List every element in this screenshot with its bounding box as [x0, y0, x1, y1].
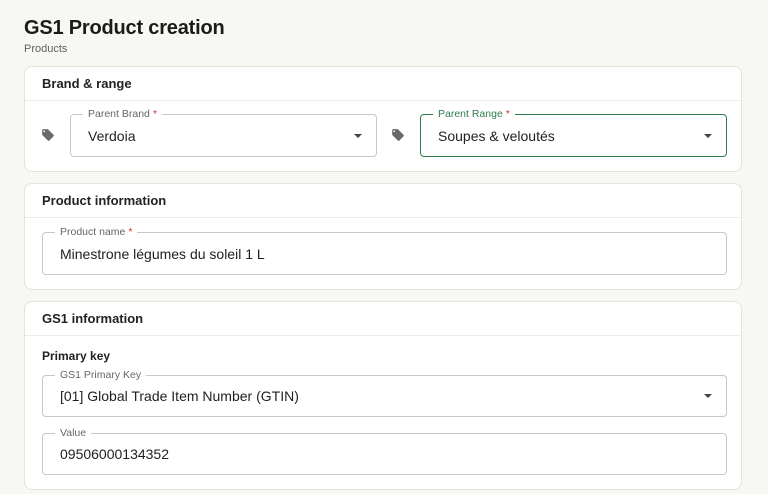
- tag-icon: [42, 129, 54, 141]
- product-name-value: Minestrone légumes du soleil 1 L: [60, 245, 265, 262]
- parent-brand-value: Verdoia: [88, 127, 136, 144]
- gs1-primary-key-select[interactable]: GS1 Primary Key [01] Global Trade Item N…: [42, 368, 727, 417]
- required-mark: *: [152, 108, 157, 120]
- gs1-value-input[interactable]: Value 09506000134352: [42, 426, 727, 475]
- parent-range-value: Soupes & veloutés: [438, 127, 555, 144]
- parent-brand-select[interactable]: Parent Brand * Verdoia: [70, 107, 377, 157]
- caret-down-icon[interactable]: [354, 133, 362, 138]
- gs1-info-card: GS1 information Primary key GS1 Primary …: [24, 301, 742, 490]
- caret-down-icon[interactable]: [704, 133, 712, 138]
- tag-icon: [392, 129, 404, 141]
- product-name-input[interactable]: Product name * Minestrone légumes du sole…: [42, 225, 727, 275]
- caret-down-icon[interactable]: [704, 394, 712, 398]
- gs1-primary-key-value: [01] Global Trade Item Number (GTIN): [60, 388, 299, 404]
- product-info-card-title: Product information: [25, 184, 741, 218]
- parent-range-select[interactable]: Parent Range * Soupes & veloutés: [420, 107, 727, 157]
- breadcrumb[interactable]: Products: [24, 42, 225, 56]
- gs1-value-value: 09506000134352: [60, 446, 170, 462]
- gs1-info-card-title: GS1 information: [25, 302, 741, 336]
- product-info-card: Product information Product name * Minest…: [24, 183, 742, 290]
- page-header: GS1 Product creation Products: [24, 14, 225, 56]
- page-title: GS1 Product creation: [24, 17, 225, 39]
- brand-range-card: Brand & range Parent Brand * Verdoia Pare…: [24, 66, 742, 172]
- primary-key-heading: Primary key: [42, 349, 111, 363]
- brand-range-card-title: Brand & range: [25, 67, 741, 101]
